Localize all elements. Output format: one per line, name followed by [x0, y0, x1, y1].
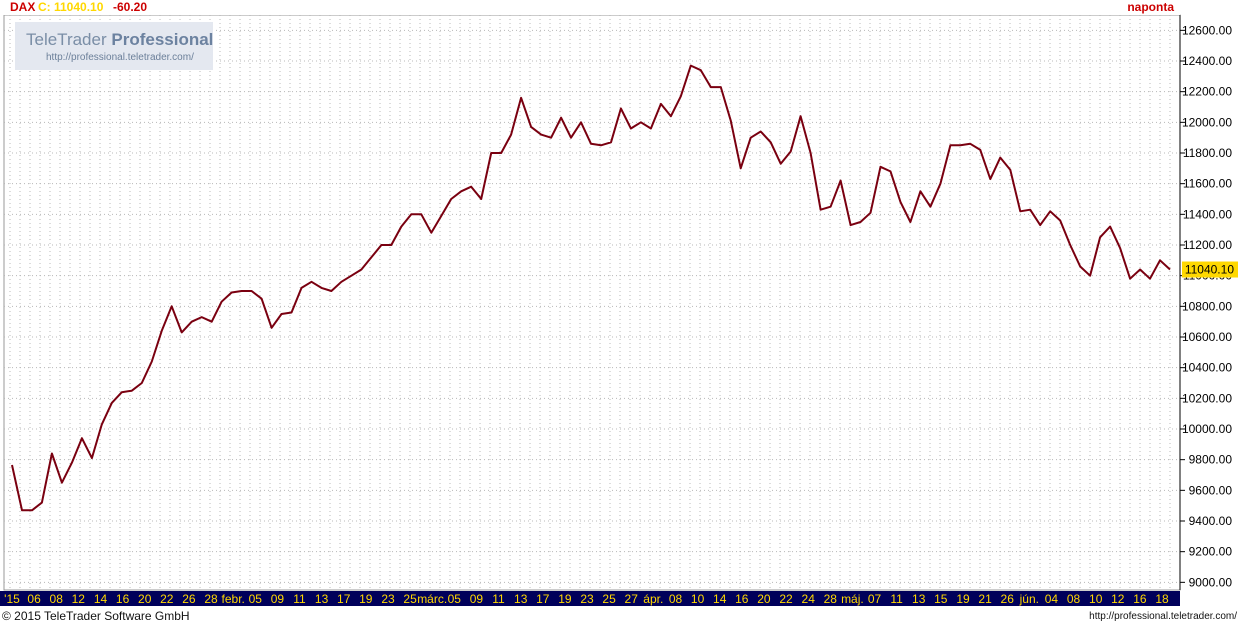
y-tick-label: 9000.00: [1189, 575, 1233, 589]
y-tick-label: 11600.00: [1183, 177, 1232, 191]
y-tick-label: 9200.00: [1189, 545, 1233, 559]
y-tick-label: 10400.00: [1182, 361, 1232, 375]
watermark-logo: TeleTrader Professional http://professio…: [15, 22, 213, 70]
chart-svg: 9000.00 9200.00 9400.00 9600.00 9800.00 10000…: [3, 14, 1238, 591]
interval-label[interactable]: naponta: [1127, 0, 1174, 15]
footer-url-link[interactable]: http://professional.teletrader.com/: [1089, 611, 1237, 622]
y-tick-label: 9400.00: [1189, 514, 1233, 528]
y-tick-label: 10200.00: [1182, 391, 1232, 405]
y-tick-label: 12600.00: [1182, 23, 1232, 37]
y-tick-label: 12200.00: [1182, 85, 1232, 99]
y-tick-label: 10000.00: [1182, 422, 1232, 436]
y-tick-label: 9800.00: [1189, 453, 1233, 467]
y-tick-label: 12000.00: [1182, 115, 1232, 129]
watermark-url: http://professional.teletrader.com/: [46, 52, 194, 63]
symbol-label: DAX: [10, 0, 36, 14]
x-axis-strip: [0, 591, 1180, 606]
quote-header: DAX C: 11040.10 -60.20 naponta: [0, 0, 1180, 15]
watermark-title: TeleTrader Professional: [26, 30, 213, 50]
last-price-label: 11040.10: [1185, 263, 1234, 277]
copyright-text: © 2015 TeleTrader Software GmbH: [2, 609, 190, 623]
close-label: C: 11040.10: [38, 0, 104, 14]
y-tick-label: 11800.00: [1183, 146, 1232, 160]
watermark-brand: TeleTrader: [26, 30, 107, 49]
y-tick-label: 11400.00: [1183, 207, 1232, 221]
y-tick-label: 10600.00: [1182, 330, 1232, 344]
y-tick-label: 9600.00: [1189, 483, 1233, 497]
y-tick-label: 11200.00: [1183, 238, 1232, 252]
change-label: -60.20: [113, 0, 148, 14]
y-tick-label: 12400.00: [1182, 54, 1232, 68]
y-tick-label: 10800.00: [1182, 299, 1232, 313]
chart: 9000.00 9200.00 9400.00 9600.00 9800.00 10000…: [0, 0, 1240, 625]
watermark-brand-bold: Professional: [111, 30, 214, 49]
